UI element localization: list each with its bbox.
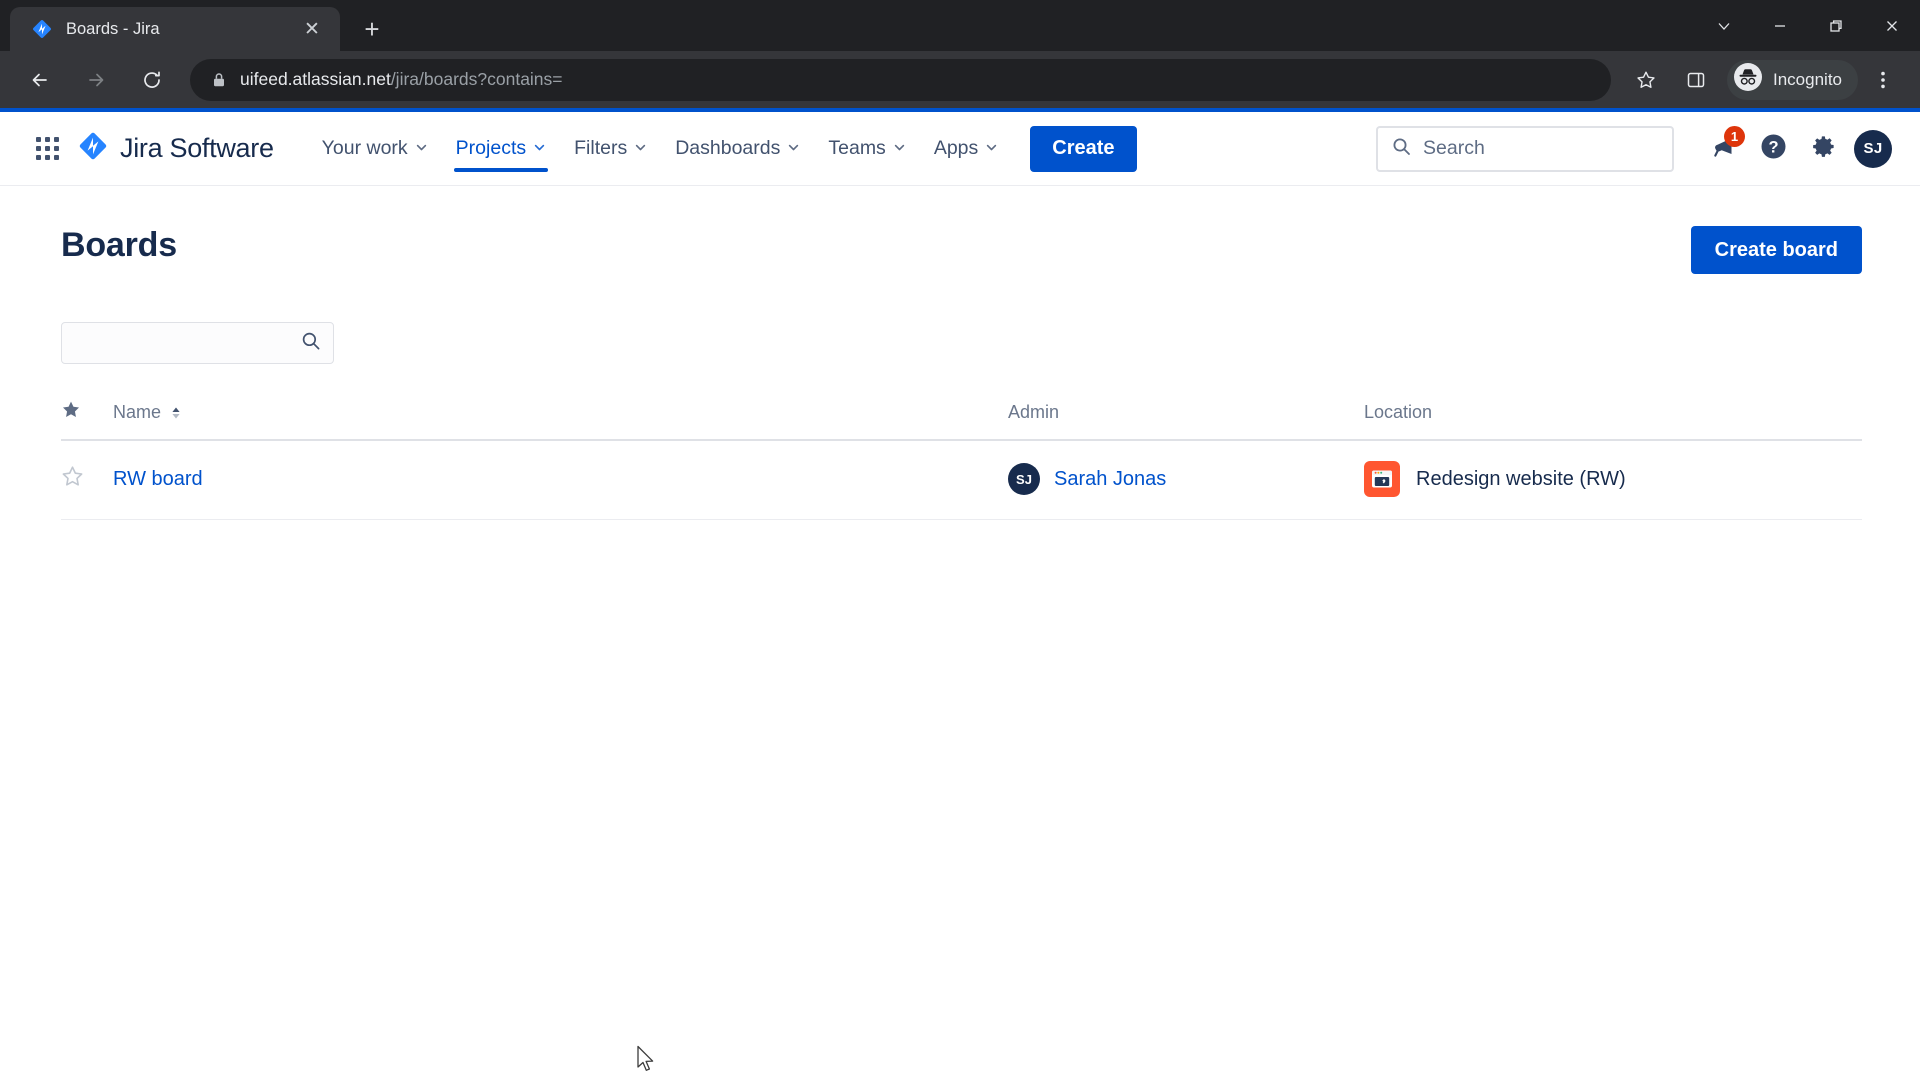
- restore-icon[interactable]: [1808, 0, 1864, 51]
- column-header-location[interactable]: Location: [1364, 400, 1862, 441]
- row-name-cell: RW board: [113, 440, 1008, 520]
- nav-right-actions: Search 1 ? SJ: [1376, 125, 1896, 172]
- nav-label: Apps: [933, 137, 979, 159]
- sort-ascending-icon: [171, 406, 181, 420]
- board-filter-search[interactable]: [61, 322, 334, 364]
- nav-item-filters[interactable]: Filters: [560, 112, 661, 186]
- three-dots-icon[interactable]: [1861, 58, 1905, 102]
- star-icon[interactable]: [1624, 58, 1668, 102]
- nav-label: Teams: [828, 137, 886, 159]
- browser-chrome: Boards - Jira ✕ + uifeed.atlassian.net/j…: [0, 0, 1920, 108]
- search-icon: [1392, 137, 1411, 161]
- omnibox-toolbar: uifeed.atlassian.net/jira/boards?contain…: [0, 51, 1920, 108]
- nav-item-dashboards[interactable]: Dashboards: [661, 112, 814, 186]
- page-title: Boards: [61, 226, 177, 264]
- gear-icon: [1810, 133, 1837, 165]
- omnibox-actions: Incognito: [1621, 58, 1908, 102]
- boards-page: Boards Create board Name Admin Location …: [0, 186, 1920, 1080]
- chevron-down-icon: [893, 141, 906, 157]
- table-header-row: Name Admin Location: [61, 400, 1862, 441]
- board-filter-input[interactable]: [74, 332, 301, 354]
- admin-avatar[interactable]: SJ: [1008, 463, 1040, 495]
- create-board-button[interactable]: Create board: [1690, 226, 1862, 274]
- admin-cell: SJ Sarah Jonas: [1008, 463, 1364, 495]
- settings-button[interactable]: [1800, 126, 1846, 172]
- search-icon[interactable]: [301, 331, 321, 356]
- side-panel-icon[interactable]: [1674, 58, 1718, 102]
- project-website-icon: [1364, 461, 1400, 497]
- window-controls: [1696, 0, 1920, 51]
- help-icon: ?: [1760, 133, 1787, 165]
- column-label: Name: [113, 402, 162, 422]
- help-button[interactable]: ?: [1750, 126, 1796, 172]
- chevron-down-icon: [415, 141, 428, 157]
- mouse-pointer: [636, 1045, 658, 1080]
- tab-strip: Boards - Jira ✕ +: [0, 0, 1920, 51]
- boards-table: Name Admin Location RW board SJ Sarah Jo…: [61, 400, 1862, 520]
- avatar[interactable]: SJ: [1850, 126, 1896, 172]
- star-outline-icon[interactable]: [61, 466, 84, 492]
- notification-badge: 1: [1724, 125, 1745, 147]
- chevron-down-icon: [787, 141, 800, 157]
- jira-global-nav: Jira Software Your work Projects Filters…: [0, 112, 1920, 186]
- location-cell: Redesign website (RW): [1364, 461, 1862, 497]
- admin-name-link[interactable]: Sarah Jonas: [1054, 468, 1166, 491]
- incognito-indicator[interactable]: Incognito: [1727, 59, 1858, 100]
- global-search-placeholder: Search: [1423, 137, 1485, 159]
- nav-items: Your work Projects Filters Dashboards Te…: [308, 112, 1137, 186]
- browser-tab[interactable]: Boards - Jira ✕: [10, 7, 340, 51]
- jira-brand[interactable]: Jira Software: [78, 131, 274, 166]
- forward-arrow-icon[interactable]: [74, 58, 118, 102]
- row-admin-cell: SJ Sarah Jonas: [1008, 440, 1364, 520]
- table-row[interactable]: RW board SJ Sarah Jonas Redesign website…: [61, 440, 1862, 520]
- nav-label: Filters: [574, 137, 628, 159]
- nav-item-your-work[interactable]: Your work: [308, 112, 442, 186]
- address-bar[interactable]: uifeed.atlassian.net/jira/boards?contain…: [190, 58, 1611, 101]
- notifications-button[interactable]: 1: [1700, 125, 1746, 172]
- nav-item-apps[interactable]: Apps: [920, 112, 1012, 186]
- close-window-icon[interactable]: [1864, 0, 1920, 51]
- lock-icon: [212, 72, 226, 88]
- brand-name: Jira Software: [120, 133, 274, 163]
- svg-text:?: ?: [1768, 138, 1778, 156]
- column-header-name[interactable]: Name: [113, 400, 1008, 441]
- board-name-link[interactable]: RW board: [113, 468, 203, 490]
- chevron-down-icon[interactable]: [1696, 0, 1752, 51]
- minimize-icon[interactable]: [1752, 0, 1808, 51]
- location-name: Redesign website (RW): [1416, 467, 1626, 490]
- chevron-down-icon: [533, 141, 546, 157]
- star-filled-icon: [61, 401, 81, 424]
- chevron-down-icon: [634, 141, 647, 157]
- address-bar-text: uifeed.atlassian.net/jira/boards?contain…: [240, 69, 563, 90]
- global-search-input[interactable]: Search: [1376, 125, 1674, 172]
- nav-label: Projects: [455, 137, 527, 159]
- jira-logo-icon: [78, 131, 108, 166]
- grid-icon[interactable]: [28, 130, 66, 168]
- incognito-icon: [1733, 62, 1763, 97]
- row-star-cell[interactable]: [61, 440, 113, 520]
- nav-label: Your work: [321, 137, 408, 159]
- url-domain: uifeed.atlassian.net: [240, 69, 391, 89]
- column-header-admin[interactable]: Admin: [1008, 400, 1364, 441]
- url-path: /jira/boards?contains=: [390, 69, 563, 89]
- new-tab-button[interactable]: +: [354, 11, 390, 47]
- nav-item-projects[interactable]: Projects: [442, 112, 560, 186]
- chevron-down-icon: [985, 141, 998, 157]
- row-location-cell: Redesign website (RW): [1364, 440, 1862, 520]
- avatar-initials: SJ: [1854, 129, 1892, 168]
- jira-diamond-icon: [32, 19, 52, 39]
- tab-title: Boards - Jira: [66, 19, 160, 38]
- column-header-star[interactable]: [61, 400, 113, 441]
- nav-label: Dashboards: [675, 137, 781, 159]
- back-arrow-icon[interactable]: [18, 58, 62, 102]
- incognito-label: Incognito: [1773, 69, 1842, 89]
- page-header: Boards Create board: [61, 226, 1862, 274]
- close-icon[interactable]: ✕: [298, 15, 326, 43]
- create-button[interactable]: Create: [1030, 125, 1137, 172]
- reload-icon[interactable]: [130, 58, 174, 102]
- nav-item-teams[interactable]: Teams: [814, 112, 919, 186]
